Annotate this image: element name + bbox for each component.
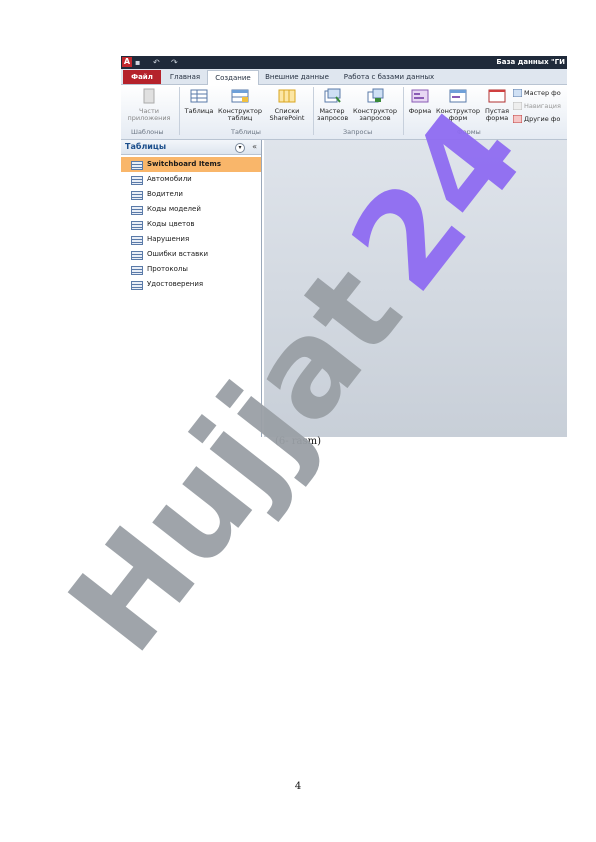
table-design-icon: [231, 89, 249, 103]
navigation-button[interactable]: Навигация: [513, 101, 561, 111]
group-queries: Запросы: [343, 128, 373, 136]
form-button[interactable]: Форма: [407, 88, 433, 115]
application-parts-icon: [143, 88, 155, 104]
tab-external-data[interactable]: Внешние данные: [261, 70, 333, 84]
list-item[interactable]: Switchboard Items: [121, 157, 261, 172]
access-logo-icon: A: [122, 57, 132, 67]
ribbon: Части приложения Шаблоны Таблица Констру…: [121, 85, 567, 140]
table-list: Switchboard Items Автомобили Водители Ко…: [121, 157, 261, 292]
table-button[interactable]: Таблица: [183, 88, 215, 115]
list-item-label: Коды моделей: [147, 205, 201, 213]
query-design-button[interactable]: Конструктор запросов: [351, 88, 399, 122]
table-icon: [131, 191, 143, 200]
table-icon: [190, 89, 208, 103]
title-bar: A ▪ ↶ ↷ База данных "ГИ: [121, 56, 567, 69]
form-design-label: Конструктор форм: [436, 107, 480, 122]
save-icon[interactable]: ▪: [135, 58, 145, 67]
sharepoint-lists-label: Списки SharePoint: [269, 107, 305, 122]
query-wizard-label: Мастер запросов: [317, 107, 349, 122]
group-divider: [313, 87, 314, 135]
query-design-icon: [367, 88, 384, 103]
form-wizard-label: Мастер фо: [524, 89, 561, 97]
blank-form-icon: [488, 89, 506, 103]
table-icon: [131, 176, 143, 185]
navigation-pane-header: Таблицы ▾ «: [121, 140, 261, 155]
figure-caption: (6- rasm): [274, 436, 322, 447]
list-item[interactable]: Коды моделей: [121, 202, 261, 217]
query-wizard-icon: [324, 88, 341, 103]
collapse-pane-icon[interactable]: «: [252, 142, 257, 151]
group-divider: [403, 87, 404, 135]
table-design-button[interactable]: Конструктор таблиц: [217, 88, 263, 122]
work-area[interactable]: [264, 140, 567, 437]
list-item-label: Протоколы: [147, 265, 188, 273]
table-icon: [131, 161, 143, 170]
more-forms-label: Другие фо: [524, 115, 561, 123]
list-item[interactable]: Ошибки вставки: [121, 247, 261, 262]
tab-create[interactable]: Создание: [207, 70, 259, 85]
list-item-label: Автомобили: [147, 175, 192, 183]
list-item[interactable]: Удостоверения: [121, 277, 261, 292]
form-wizard-icon: [513, 89, 522, 97]
table-icon: [131, 221, 143, 230]
list-item-label: Нарушения: [147, 235, 190, 243]
application-parts-label: Части приложения: [127, 107, 171, 122]
tab-home[interactable]: Главная: [165, 70, 205, 84]
list-item-label: Ошибки вставки: [147, 250, 209, 258]
form-design-icon: [449, 89, 467, 103]
blank-form-label: Пустая форма: [485, 107, 509, 122]
tab-database-tools[interactable]: Работа с базами данных: [339, 70, 439, 84]
list-item[interactable]: Протоколы: [121, 262, 261, 277]
form-icon: [411, 89, 429, 103]
navigation-pane: Таблицы ▾ « Switchboard Items Автомобили…: [121, 140, 262, 437]
list-item-label: Коды цветов: [147, 220, 195, 228]
group-templates: Шаблоны: [131, 128, 164, 136]
table-icon: [131, 236, 143, 245]
ribbon-tabs: Файл Главная Создание Внешние данные Раб…: [121, 69, 567, 85]
application-parts-button[interactable]: Части приложения: [125, 88, 173, 122]
list-item-label: Водители: [147, 190, 183, 198]
group-forms: Формы: [457, 128, 481, 136]
more-forms-button[interactable]: Другие фо: [513, 114, 560, 124]
form-design-button[interactable]: Конструктор форм: [435, 88, 481, 122]
table-icon: [131, 206, 143, 215]
more-forms-icon: [513, 115, 522, 123]
list-item[interactable]: Нарушения: [121, 232, 261, 247]
list-item-label: Switchboard Items: [147, 160, 221, 168]
table-icon: [131, 251, 143, 260]
list-item[interactable]: Коды цветов: [121, 217, 261, 232]
list-item[interactable]: Водители: [121, 187, 261, 202]
blank-form-button[interactable]: Пустая форма: [483, 88, 511, 122]
navigation-label: Навигация: [524, 102, 561, 110]
sharepoint-lists-button[interactable]: Списки SharePoint: [265, 88, 309, 122]
table-icon: [131, 266, 143, 275]
tab-file[interactable]: Файл: [123, 70, 161, 84]
page-number: 4: [294, 781, 302, 792]
navigation-icon: [513, 102, 522, 110]
window-title: База данных "ГИ: [496, 58, 565, 66]
undo-icon[interactable]: ↶: [153, 58, 163, 67]
sharepoint-list-icon: [278, 89, 296, 103]
chevron-down-icon[interactable]: ▾: [235, 143, 245, 153]
group-tables: Таблицы: [231, 128, 261, 136]
table-design-label: Конструктор таблиц: [218, 107, 262, 122]
group-divider: [179, 87, 180, 135]
query-design-label: Конструктор запросов: [353, 107, 397, 122]
navigation-pane-title[interactable]: Таблицы: [125, 142, 166, 151]
table-label: Таблица: [184, 107, 214, 115]
list-item-label: Удостоверения: [147, 280, 204, 288]
query-wizard-button[interactable]: Мастер запросов: [317, 88, 349, 122]
redo-icon[interactable]: ↷: [171, 58, 181, 67]
access-screenshot: A ▪ ↶ ↷ База данных "ГИ Файл Главная Соз…: [121, 56, 567, 437]
form-label: Форма: [408, 107, 432, 115]
form-wizard-button[interactable]: Мастер фо: [513, 88, 561, 98]
table-icon: [131, 281, 143, 290]
list-item[interactable]: Автомобили: [121, 172, 261, 187]
